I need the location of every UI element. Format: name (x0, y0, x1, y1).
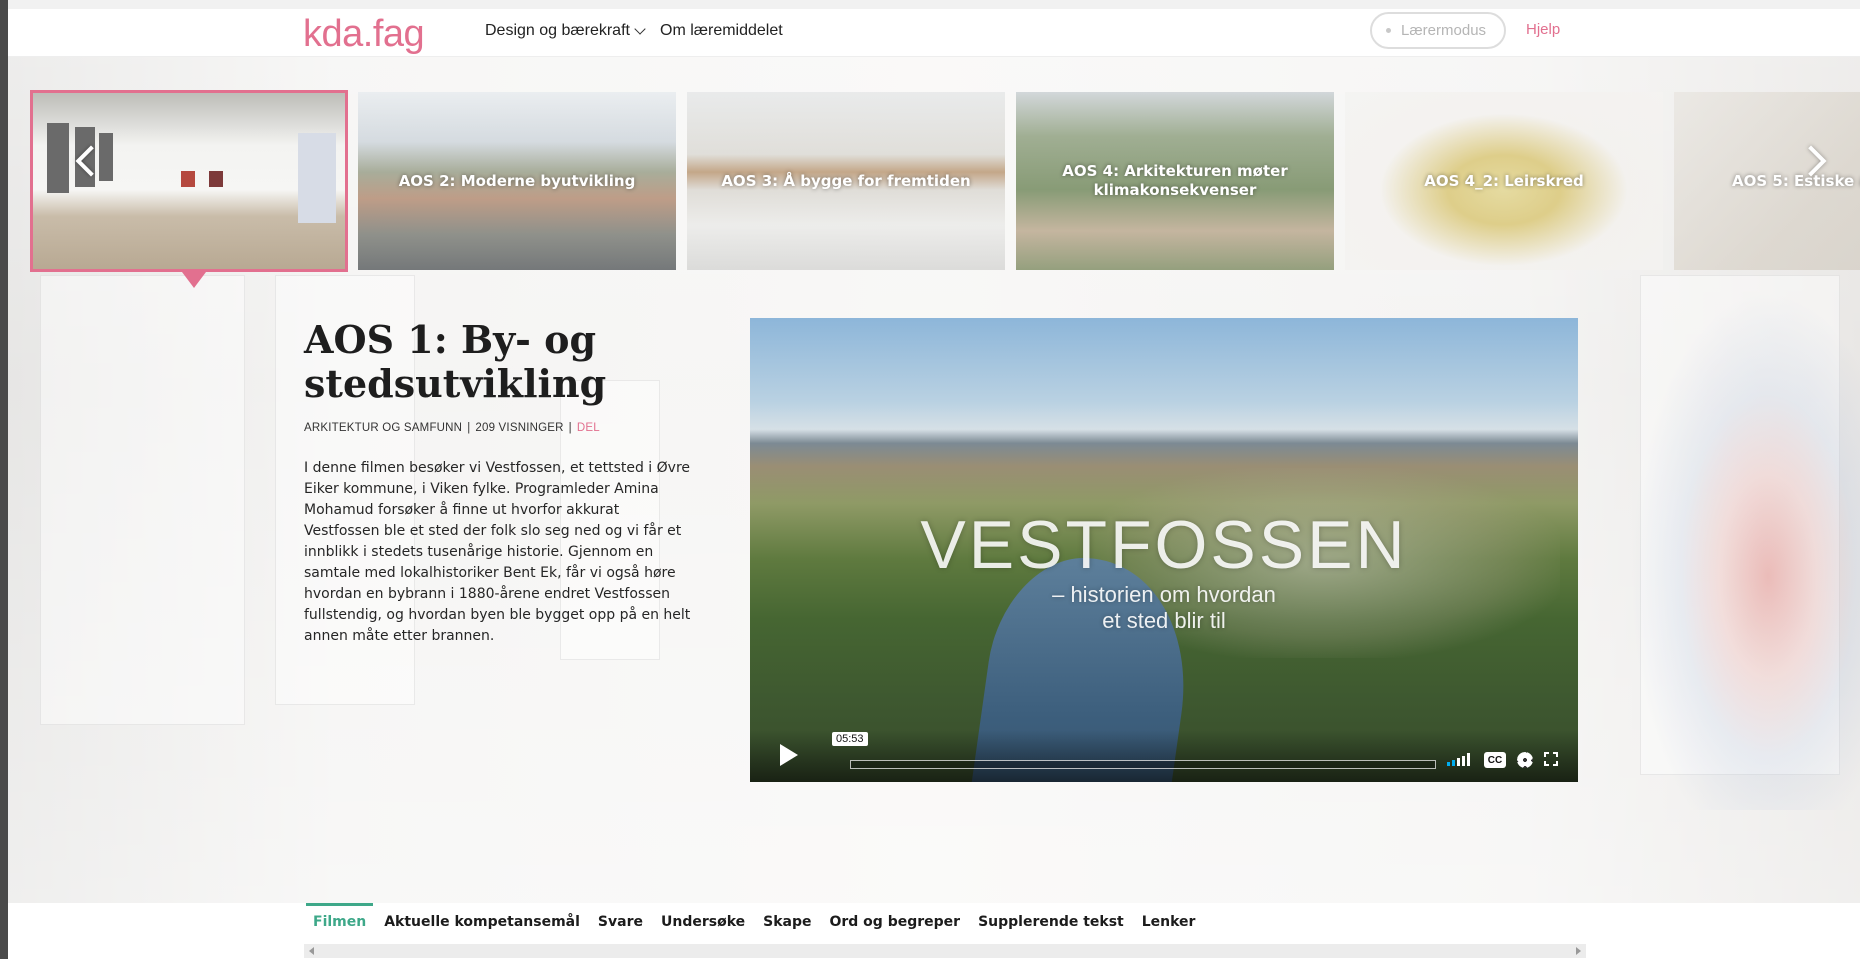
volume-icon[interactable] (1447, 752, 1470, 766)
toggle-dot-icon (1386, 28, 1391, 33)
tab-filmen[interactable]: Filmen (304, 903, 375, 941)
tab-aktuelle-kompetansemal[interactable]: Aktuelle kompetansemål (375, 903, 589, 941)
tab-ord-og-begreper[interactable]: Ord og begreper (820, 903, 969, 941)
carousel-slide-aos-2[interactable]: AOS 2: Moderne byutvikling (358, 92, 676, 270)
nav-om-laeremiddelet[interactable]: Om læremiddelet (660, 22, 783, 40)
carousel-slide-aos-4-2[interactable]: AOS 4_2: Leirskred (1345, 92, 1663, 270)
background-wall-panel (40, 275, 245, 725)
help-link[interactable]: Hjelp (1526, 21, 1560, 38)
meta-views: 209 VISNINGER (475, 422, 564, 434)
meta-separator: | (568, 422, 572, 434)
video-progress-bar[interactable] (850, 760, 1436, 769)
scroll-left-icon[interactable] (309, 947, 314, 955)
share-link[interactable]: DEL (577, 422, 600, 434)
carousel-slide-aos-4[interactable]: AOS 4: Arkitekturen møter klimakonsekven… (1016, 92, 1334, 270)
background-artwork (1630, 290, 1860, 810)
episode-meta: ARKITEKTUR OG SAMFUNN | 209 VISNINGER | … (304, 422, 600, 434)
site-logo[interactable]: kda.fag (303, 13, 425, 56)
nav-label: Design og bærekraft (485, 22, 630, 39)
page-title: AOS 1: By- og stedsutvikling (304, 317, 607, 406)
content-tabs: Filmen Aktuelle kompetansemål Svare Unde… (8, 903, 1860, 959)
video-subtitle-overlay: – historien om hvordan et sted blir til (750, 582, 1578, 634)
nav-label: Om læremiddelet (660, 22, 783, 39)
tab-list: Filmen Aktuelle kompetansemål Svare Unde… (304, 903, 1204, 941)
fullscreen-icon[interactable] (1544, 752, 1558, 766)
window-left-edge (0, 0, 8, 959)
video-controls: 05:53 CC (750, 730, 1578, 782)
gear-icon[interactable] (1517, 752, 1533, 768)
video-duration: 05:53 (832, 732, 868, 746)
tab-supplerende-tekst[interactable]: Supplerende tekst (969, 903, 1133, 941)
video-subtitle-line: – historien om hvordan (1052, 582, 1276, 607)
video-title-overlay: VESTFOSSEN (920, 507, 1408, 583)
tab-svare[interactable]: Svare (589, 903, 652, 941)
teacher-mode-toggle[interactable]: Lærermodus (1370, 12, 1506, 49)
slide-caption: AOS 4: Arkitekturen møter klimakonsekven… (1062, 162, 1288, 199)
tab-lenker[interactable]: Lenker (1133, 903, 1205, 941)
slide-caption: AOS 5: Estiske ar (1732, 171, 1860, 190)
slide-caption: AOS 4_2: Leirskred (1424, 171, 1584, 190)
nav-design-og-baerekraft[interactable]: Design og bærekraft (485, 22, 646, 40)
scroll-right-icon[interactable] (1576, 947, 1581, 955)
tab-undersoke[interactable]: Undersøke (652, 903, 754, 941)
slide-thumbnail (33, 93, 345, 269)
meta-separator: | (467, 422, 471, 434)
tab-skape[interactable]: Skape (754, 903, 820, 941)
chevron-down-icon (634, 23, 646, 35)
site-header: kda.fag Design og bærekraft Om læremidde… (8, 9, 1860, 57)
episode-carousel: AOS 2: Moderne byutvikling AOS 3: Å bygg… (30, 90, 1860, 272)
meta-category: ARKITEKTUR OG SAMFUNN (304, 422, 463, 434)
slide-caption: AOS 2: Moderne byutvikling (398, 171, 636, 190)
teacher-mode-label: Lærermodus (1401, 22, 1487, 39)
closed-captions-button[interactable]: CC (1484, 752, 1506, 768)
episode-description: I denne filmen besøker vi Vestfossen, et… (304, 460, 691, 644)
carousel-slide-aos-5[interactable]: AOS 5: Estiske ar (1674, 92, 1860, 270)
window-top-edge (0, 0, 1860, 9)
active-slide-pointer (182, 272, 206, 288)
video-player[interactable]: VESTFOSSEN – historien om hvordan et ste… (750, 318, 1578, 782)
play-icon[interactable] (780, 744, 798, 766)
slide-caption: AOS 3: Å bygge for fremtiden (721, 171, 971, 190)
carousel-slide-aos-1[interactable] (30, 90, 348, 272)
tabs-scrollbar[interactable] (304, 944, 1586, 958)
carousel-slide-aos-3[interactable]: AOS 3: Å bygge for fremtiden (687, 92, 1005, 270)
video-subtitle-line: et sted blir til (1102, 608, 1226, 633)
